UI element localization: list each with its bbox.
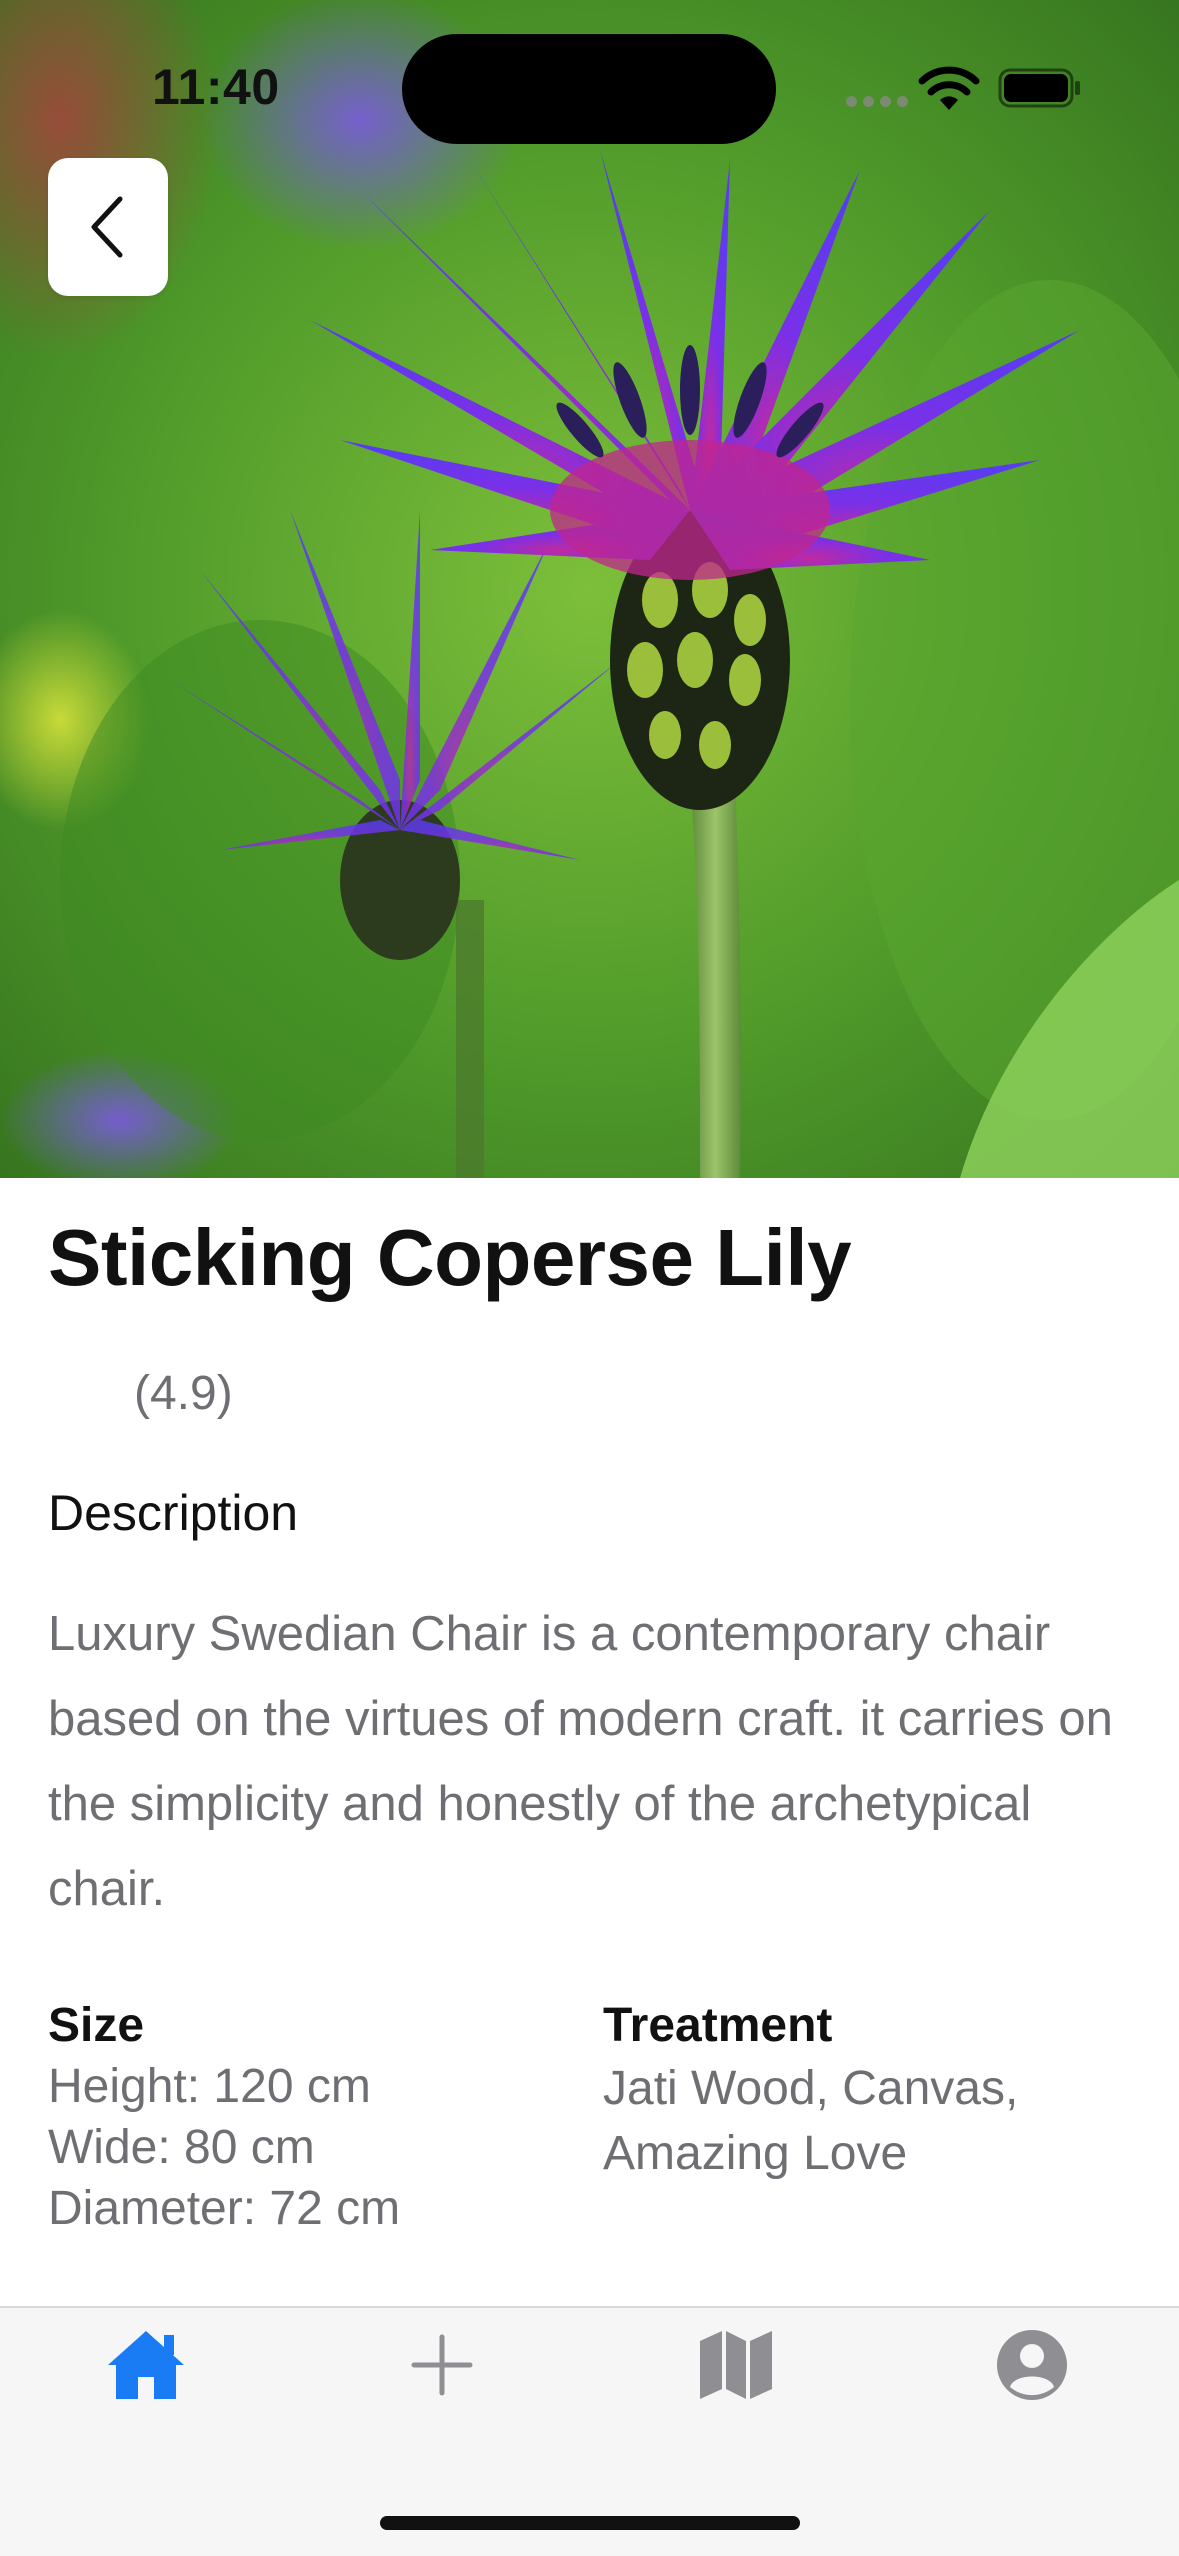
tab-map[interactable] [676, 2320, 796, 2410]
treatment-line-2: Amazing Love [603, 2127, 908, 2180]
status-time: 11:40 [152, 59, 280, 115]
cellular-signal-icon [846, 96, 908, 107]
tab-home[interactable] [86, 2320, 206, 2410]
product-title: Sticking Coperse Lily [48, 1213, 852, 1302]
map-icon [700, 2331, 772, 2399]
back-button[interactable] [48, 158, 168, 296]
size-section: Size Height: 120 cm Wide: 80 cm Diameter… [48, 1996, 568, 2239]
chevron-left-icon [91, 196, 123, 258]
size-heading: Size [48, 1999, 145, 2052]
plant-detail-screen: 11:40 Sticking Coperse Lily (4.9) Descri… [0, 0, 1179, 2556]
home-icon [108, 2331, 184, 2399]
size-height: Height: 120 cm [48, 2060, 371, 2113]
tab-add[interactable] [382, 2320, 502, 2410]
treatment-section: Treatment Jati Wood, Canvas, Amazing Lov… [603, 1996, 1143, 2186]
size-diameter: Diameter: 72 cm [48, 2182, 401, 2235]
profile-icon [997, 2330, 1067, 2400]
home-indicator[interactable] [380, 2516, 800, 2530]
plus-icon [411, 2334, 473, 2396]
size-wide: Wide: 80 cm [48, 2121, 315, 2174]
rating-value: (4.9) [134, 1367, 233, 1420]
treatment-line-1: Jati Wood, Canvas, [603, 2062, 1019, 2115]
dynamic-island [402, 34, 776, 144]
hero-image [0, 0, 1179, 1178]
description-text: Luxury Swedian Chair is a contemporary c… [48, 1607, 1113, 1916]
treatment-heading: Treatment [603, 1999, 833, 2052]
battery-icon [998, 68, 1080, 108]
wifi-icon [918, 66, 980, 110]
description-heading: Description [48, 1485, 299, 1541]
tab-profile[interactable] [972, 2320, 1092, 2410]
cornflower-photo [0, 0, 1179, 1178]
